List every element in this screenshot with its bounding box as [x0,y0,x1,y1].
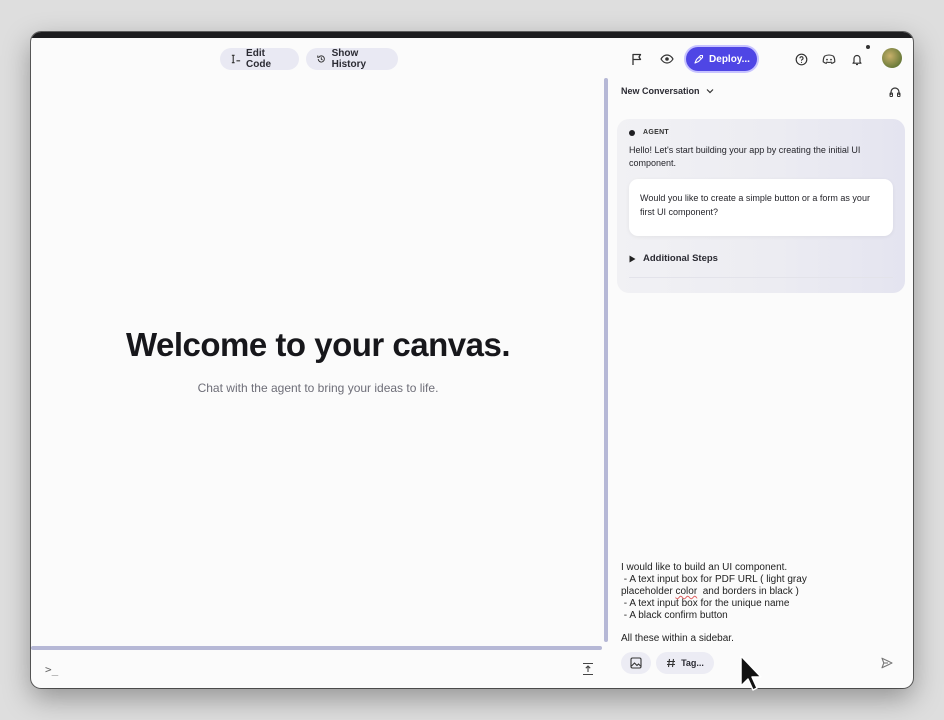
vertical-splitter[interactable] [604,78,608,642]
bell-icon [852,54,862,65]
code-cursor-icon [231,54,241,64]
compose-line: I would like to build an UI component. [621,562,788,573]
new-chat-icon[interactable] [889,86,901,98]
chat-panel: New Conversation AGENT Hello! Let's star… [609,78,913,688]
tag-label: Tag... [681,658,704,668]
discord-icon [822,53,836,64]
show-history-label: Show History [331,48,367,70]
preview-button[interactable] [656,48,678,70]
canvas-subtitle: Chat with the agent to bring your ideas … [197,381,439,395]
image-icon [630,657,642,669]
agent-question-text: Would you like to create a simple button… [640,193,870,217]
agent-label: AGENT [629,129,669,136]
notification-dot [866,45,870,49]
message-input[interactable]: I would like to build an UI component. -… [621,562,861,645]
history-icon [317,55,325,63]
deploy-button[interactable]: Deploy... [686,47,757,71]
compose-blank-line [621,622,861,633]
eye-icon [660,54,674,64]
compose-text: and borders in black ) [697,586,799,597]
compose-line: - A text input box for PDF URL ( light g… [621,574,807,585]
discord-button[interactable] [818,48,840,70]
terminal-prompt-icon[interactable]: >_ [45,663,58,676]
terminal-bar: >_ [31,652,605,688]
rocket-icon [694,54,704,64]
compose-line: - A text input box for the unique name [621,598,790,609]
tag-button[interactable]: Tag... [656,652,714,674]
edit-code-label: Edit Code [246,48,272,70]
flag-button[interactable] [626,48,648,70]
flag-icon [632,53,642,65]
chevron-down-icon [706,89,713,94]
compose-line: placeholder color and borders in black ) [621,586,861,598]
attach-image-button[interactable] [621,652,651,674]
divider [629,277,893,278]
additional-steps-toggle[interactable]: Additional Steps [629,253,718,264]
help-icon [795,53,807,65]
app-window: Edit Code Show History Deploy... Welcome… [31,32,913,688]
send-icon[interactable] [881,657,893,669]
deploy-label: Deploy... [709,53,750,65]
agent-status-dot [629,129,635,136]
avatar[interactable] [882,48,902,68]
edit-code-button[interactable]: Edit Code [220,48,299,70]
expand-panel-icon[interactable] [582,662,594,676]
show-history-button[interactable]: Show History [306,48,398,70]
conversation-selector[interactable]: New Conversation [621,86,714,96]
triangle-right-icon [629,255,636,262]
additional-steps-label: Additional Steps [643,253,718,264]
conversation-title: New Conversation [621,86,700,96]
canvas-title: Welcome to your canvas. [125,326,511,363]
misspelled-word: color [675,586,698,597]
mouse-cursor-icon [740,655,762,691]
notifications-button[interactable] [846,48,868,70]
top-toolbar: Edit Code Show History Deploy... [31,38,913,82]
hash-icon [667,658,676,668]
canvas-area: Welcome to your canvas. Chat with the ag… [31,78,605,648]
help-button[interactable] [790,48,812,70]
agent-message-text: Hello! Let's start building your app by … [629,145,861,168]
agent-label-text: AGENT [643,129,669,136]
compose-line: - A black confirm button [621,610,728,621]
horizontal-splitter[interactable] [31,646,602,650]
compose-text: placeholder [621,586,676,597]
agent-question-box: Would you like to create a simple button… [629,179,893,236]
agent-message-card: AGENT Hello! Let's start building your a… [617,119,905,293]
compose-line: All these within a sidebar. [621,633,734,644]
